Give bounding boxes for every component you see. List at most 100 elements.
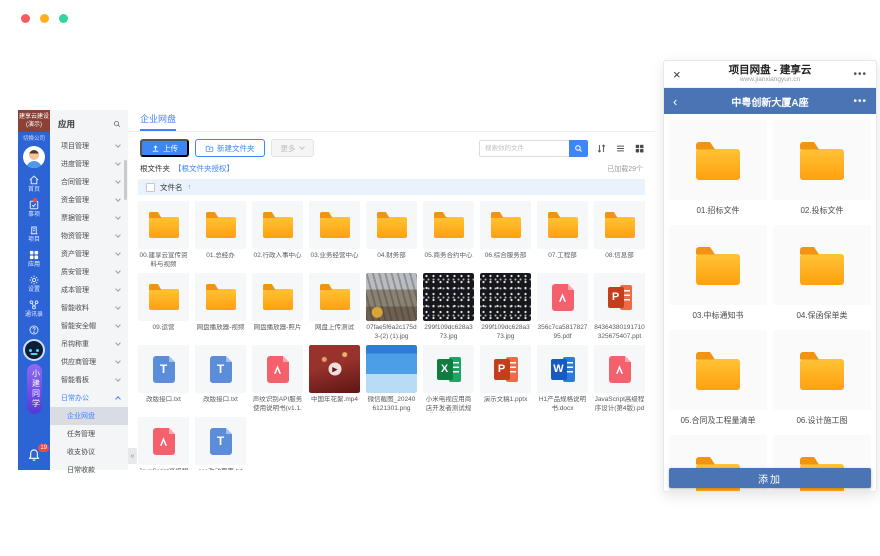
ppt-file-icon: P bbox=[494, 356, 518, 382]
rail-item-help[interactable] bbox=[28, 324, 40, 336]
file-item[interactable]: 03.业务经营中心 bbox=[309, 201, 360, 269]
close-icon[interactable]: × bbox=[673, 68, 681, 81]
sidebar-subitem-0[interactable]: 企业网盘 bbox=[50, 407, 128, 425]
sidebar-subitem-2[interactable]: 收支协议 bbox=[50, 443, 128, 461]
grid-view-icon[interactable] bbox=[633, 142, 645, 154]
more-button[interactable]: 更多 bbox=[271, 139, 314, 157]
breadcrumb-root[interactable]: 根文件夹 bbox=[140, 163, 170, 174]
assistant-pill[interactable]: 小建同学 bbox=[27, 364, 42, 414]
file-item[interactable]: ▶中国年花絮.mp4 bbox=[309, 345, 360, 413]
assistant-robot-icon[interactable] bbox=[23, 339, 45, 361]
sort-ascending-icon[interactable]: ↑ bbox=[188, 184, 192, 191]
sidebar-group-10[interactable]: 智能安全帽 bbox=[50, 317, 128, 335]
mobile-folder-card[interactable]: 03.中标通知书 bbox=[669, 225, 767, 330]
more-menu-icon[interactable]: ••• bbox=[853, 69, 867, 80]
rail-item-home[interactable]: 首页 bbox=[28, 174, 40, 193]
file-item[interactable]: 05.商务合约中心 bbox=[423, 201, 474, 269]
folder-name: 06.设计施工图 bbox=[796, 415, 847, 426]
tab-bar: 企业网盘 bbox=[128, 110, 655, 132]
root-folder-auth-link[interactable]: 【根文件夹授权】 bbox=[174, 163, 234, 174]
file-item[interactable]: Tcss改动页面.txt bbox=[195, 417, 246, 470]
sidebar-group-4[interactable]: 票据管理 bbox=[50, 209, 128, 227]
file-item[interactable]: T改版接口.txt bbox=[195, 345, 246, 413]
folder-more-icon[interactable]: ••• bbox=[853, 96, 867, 107]
close-window-dot[interactable] bbox=[21, 14, 30, 23]
search-icon[interactable] bbox=[113, 120, 121, 128]
tab-enterprise-drive[interactable]: 企业网盘 bbox=[140, 112, 176, 131]
sidebar-group-12[interactable]: 供应商管理 bbox=[50, 353, 128, 371]
mobile-folder-card[interactable]: 04.保函保单类 bbox=[773, 225, 871, 330]
search-button[interactable] bbox=[569, 140, 588, 157]
mobile-folder-card[interactable]: 01.招标文件 bbox=[669, 120, 767, 225]
rail-item-contacts[interactable]: 通讯录 bbox=[25, 299, 43, 318]
sort-order-icon[interactable] bbox=[595, 142, 607, 154]
file-item[interactable]: P演示文稿1.pptx bbox=[480, 345, 531, 413]
sidebar-group-3[interactable]: 资金管理 bbox=[50, 191, 128, 209]
file-item[interactable]: JavaScript高级程序设计(第4版).pdf bbox=[594, 345, 645, 413]
mobile-folder-card[interactable]: 02.投标文件 bbox=[773, 120, 871, 225]
rail-item-settings[interactable]: 设置 bbox=[28, 274, 40, 293]
pdf-file-icon bbox=[552, 284, 574, 311]
sidebar-group-9[interactable]: 智能收料 bbox=[50, 299, 128, 317]
switch-company-link[interactable]: 切换公司 bbox=[23, 134, 45, 142]
add-button[interactable]: 添加 bbox=[669, 468, 871, 488]
select-all-checkbox[interactable] bbox=[146, 183, 155, 192]
rail-item-projects[interactable]: 项目 bbox=[28, 224, 40, 243]
file-item[interactable]: 声纹识别API服务使用说明书(v1.1.3).pdf bbox=[252, 345, 303, 413]
mobile-folder-card[interactable]: 06.设计施工图 bbox=[773, 330, 871, 435]
sidebar-group-11[interactable]: 吊钩称重 bbox=[50, 335, 128, 353]
file-item[interactable]: 04.财务部 bbox=[366, 201, 417, 269]
file-item[interactable]: 网盘播放器-视频 bbox=[195, 273, 246, 341]
file-item[interactable]: 网盘播放器-照片 bbox=[252, 273, 303, 341]
file-name-column-header[interactable]: 文件名 bbox=[160, 182, 183, 193]
file-item[interactable]: 299f109dc628a373.jpg bbox=[423, 273, 474, 341]
file-item[interactable]: P84364380191710325675407.ppt bbox=[594, 273, 645, 341]
sidebar-group-5[interactable]: 物资管理 bbox=[50, 227, 128, 245]
org-badge[interactable]: 建享云建设 (演示) bbox=[18, 110, 50, 132]
notifications-bell[interactable]: 19 bbox=[27, 448, 41, 462]
mobile-page-url: www.jianxiangyun.cn bbox=[664, 76, 876, 84]
sidebar-collapse-handle[interactable]: « bbox=[128, 448, 137, 464]
upload-button[interactable]: 上传 bbox=[140, 139, 189, 157]
file-name: 03.业务经营中心 bbox=[309, 252, 360, 269]
sidebar-subitem-3[interactable]: 日常收款 bbox=[50, 461, 128, 479]
back-chevron-icon[interactable]: ‹ bbox=[673, 95, 677, 108]
sidebar-group-0[interactable]: 项目管理 bbox=[50, 137, 128, 155]
maximize-window-dot[interactable] bbox=[59, 14, 68, 23]
file-item[interactable]: 09.运营 bbox=[138, 273, 189, 341]
sidebar-group-7[interactable]: 质安管理 bbox=[50, 263, 128, 281]
search-input[interactable] bbox=[479, 140, 569, 157]
rail-item-apps[interactable]: 应用 bbox=[28, 249, 40, 268]
file-item[interactable]: T改版接口.txt bbox=[138, 345, 189, 413]
rail-item-tasks[interactable]: 事项 bbox=[28, 199, 40, 218]
file-item[interactable]: 02.行政人事中心 bbox=[252, 201, 303, 269]
file-item[interactable]: 01.总经办 bbox=[195, 201, 246, 269]
sidebar-group-1[interactable]: 进度管理 bbox=[50, 155, 128, 173]
file-item[interactable]: X小米电视应用商店开发者测试规范2019版.xlsx bbox=[423, 345, 474, 413]
sidebar-group-13[interactable]: 智能看板 bbox=[50, 371, 128, 389]
file-item[interactable]: 07.工程部 bbox=[537, 201, 588, 269]
sidebar-group-2[interactable]: 合同管理 bbox=[50, 173, 128, 191]
sidebar-scrollbar[interactable] bbox=[124, 160, 127, 200]
folder-name: 03.中标通知书 bbox=[692, 310, 743, 321]
file-item[interactable]: 08.信息部 bbox=[594, 201, 645, 269]
new-folder-button[interactable]: 新建文件夹 bbox=[195, 139, 265, 157]
sidebar-group-6[interactable]: 资产管理 bbox=[50, 245, 128, 263]
file-item[interactable]: JavaScript高级程序设计(第4版).pdf bbox=[138, 417, 189, 470]
sidebar-subitem-1[interactable]: 任务管理 bbox=[50, 425, 128, 443]
file-name: 网盘播放器-照片 bbox=[252, 324, 303, 341]
file-item[interactable]: 356c7ca581782795.pdf bbox=[537, 273, 588, 341]
sidebar-group-8[interactable]: 成本管理 bbox=[50, 281, 128, 299]
sidebar-group-14[interactable]: 日常办公 bbox=[50, 389, 128, 407]
file-item[interactable]: 06.综合服务部 bbox=[480, 201, 531, 269]
minimize-window-dot[interactable] bbox=[40, 14, 49, 23]
user-avatar[interactable] bbox=[23, 146, 45, 168]
list-view-icon[interactable] bbox=[614, 142, 626, 154]
file-item[interactable]: 网盘上传测试 bbox=[309, 273, 360, 341]
file-item[interactable]: 07fae5f6a2c175d3-(2) (1).jpg bbox=[366, 273, 417, 341]
file-item[interactable]: WH1产品规格说明书.docx bbox=[537, 345, 588, 413]
mobile-folder-card[interactable]: 05.合同及工程量清单 bbox=[669, 330, 767, 435]
file-item[interactable]: 299f109dc628a373.jpg bbox=[480, 273, 531, 341]
file-item[interactable]: 00.建享云宣传资料与视频 bbox=[138, 201, 189, 269]
file-item[interactable]: 微信截图_202406121301.png bbox=[366, 345, 417, 413]
